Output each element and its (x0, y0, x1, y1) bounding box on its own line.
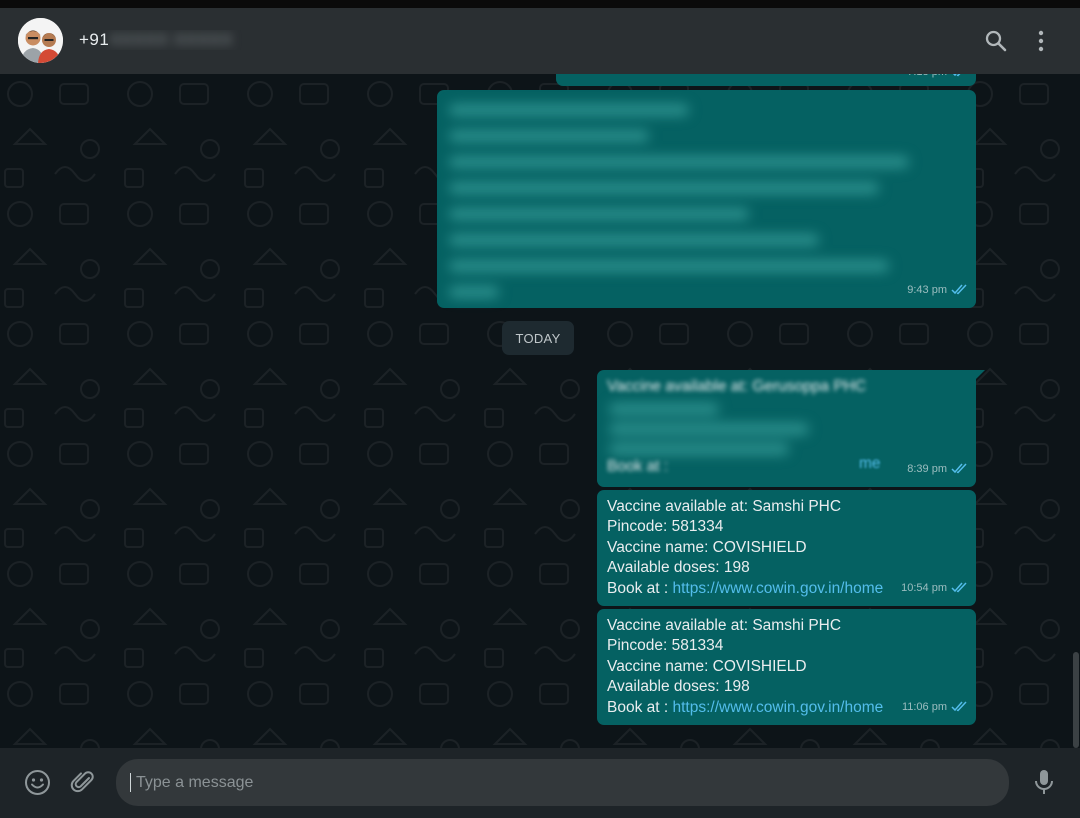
window-top-strip (0, 0, 1080, 8)
message-line-location: Vaccine available at: Samshi PHC (607, 617, 842, 634)
read-ticks-icon (951, 463, 967, 474)
read-ticks-icon (951, 582, 967, 593)
message-meta: 8:39 pm (907, 459, 968, 479)
message-time: 7:18 pm (907, 74, 947, 82)
booking-link[interactable]: https://www.cowin.gov.in/home (672, 580, 883, 597)
contact-avatar[interactable] (18, 18, 63, 63)
message-line: Vaccine available at: Gerusoppa PHC (607, 378, 867, 395)
microphone-icon[interactable] (1033, 768, 1055, 796)
composer-bar (0, 748, 1080, 818)
read-ticks-icon (951, 284, 967, 295)
message-line-pincode: Pincode: 581334 (607, 518, 724, 536)
message-meta: 9:43 pm (907, 280, 968, 300)
read-ticks-icon (952, 74, 961, 77)
message-time: 10:54 pm (901, 581, 947, 594)
message-line-book: Book at : https://www.cowin.gov.in/home (607, 579, 883, 599)
search-icon[interactable] (983, 28, 1009, 54)
message-line-vaccine: Vaccine name: COVISHIELD (607, 657, 807, 675)
contact-name-visible: +91 (79, 30, 110, 49)
book-label: Book at : (607, 579, 673, 597)
message-line-location: Vaccine available at: Samshi PHC (607, 498, 842, 515)
contact-name-obscured: XXXXX XXXXX (109, 30, 233, 49)
menu-icon[interactable] (1028, 28, 1054, 54)
booking-link[interactable]: https://www.cowin.gov.in/home (672, 699, 883, 716)
bubble-tail (976, 370, 985, 379)
paperclip-icon[interactable] (70, 769, 96, 795)
scrollbar-thumb[interactable] (1073, 652, 1079, 748)
message-bubble-outgoing[interactable]: Vaccine available at: Samshi PHC Pincode… (597, 490, 976, 606)
message-text: Vaccine available at: Samshi PHC Pincode… (607, 616, 883, 718)
message-meta: 11:06 pm (902, 697, 968, 717)
message-time: 8:39 pm (907, 462, 947, 475)
contact-name[interactable]: +91XXXXX XXXXX (79, 30, 249, 50)
message-input[interactable] (116, 759, 1009, 806)
emoji-icon[interactable] (24, 769, 51, 796)
message-line: Book at : (607, 457, 668, 477)
message-bubble-outgoing[interactable]: Vaccine available at: Samshi PHC Pincode… (597, 609, 976, 725)
message-text: Vaccine available at: Samshi PHC Pincode… (607, 497, 883, 599)
book-label: Book at : (607, 458, 669, 475)
day-divider: TODAY (502, 321, 574, 355)
message-line-vaccine: Vaccine name: COVISHIELD (607, 538, 807, 556)
message-line-doses: Available doses: 198 (607, 678, 750, 696)
message-bubble-outgoing[interactable]: Vaccine available at: Gerusoppa PHC Book… (597, 370, 985, 487)
message-time: 11:06 pm (901, 700, 947, 713)
booking-link[interactable]: me (859, 454, 881, 474)
message-line-pincode: Pincode: 581334 (607, 637, 724, 655)
chat-header[interactable]: +91XXXXX XXXXX (0, 8, 1080, 74)
message-list[interactable]: 7:18 pm 9:43 pm TODAY Vaccine available … (0, 74, 1080, 748)
book-label: Book at : (607, 698, 673, 716)
message-line-book: Book at : https://www.cowin.gov.in/home (607, 698, 883, 718)
read-ticks-icon (951, 701, 967, 712)
message-meta: 7:18 pm (907, 74, 968, 82)
message-meta: 10:54 pm (901, 578, 968, 598)
message-bubble-outgoing[interactable]: 9:43 pm (437, 90, 976, 308)
message-line-doses: Available doses: 198 (607, 559, 750, 577)
text-caret (130, 773, 131, 792)
message-time: 9:43 pm (907, 283, 947, 296)
message-bubble-outgoing[interactable]: 7:18 pm (556, 74, 976, 86)
